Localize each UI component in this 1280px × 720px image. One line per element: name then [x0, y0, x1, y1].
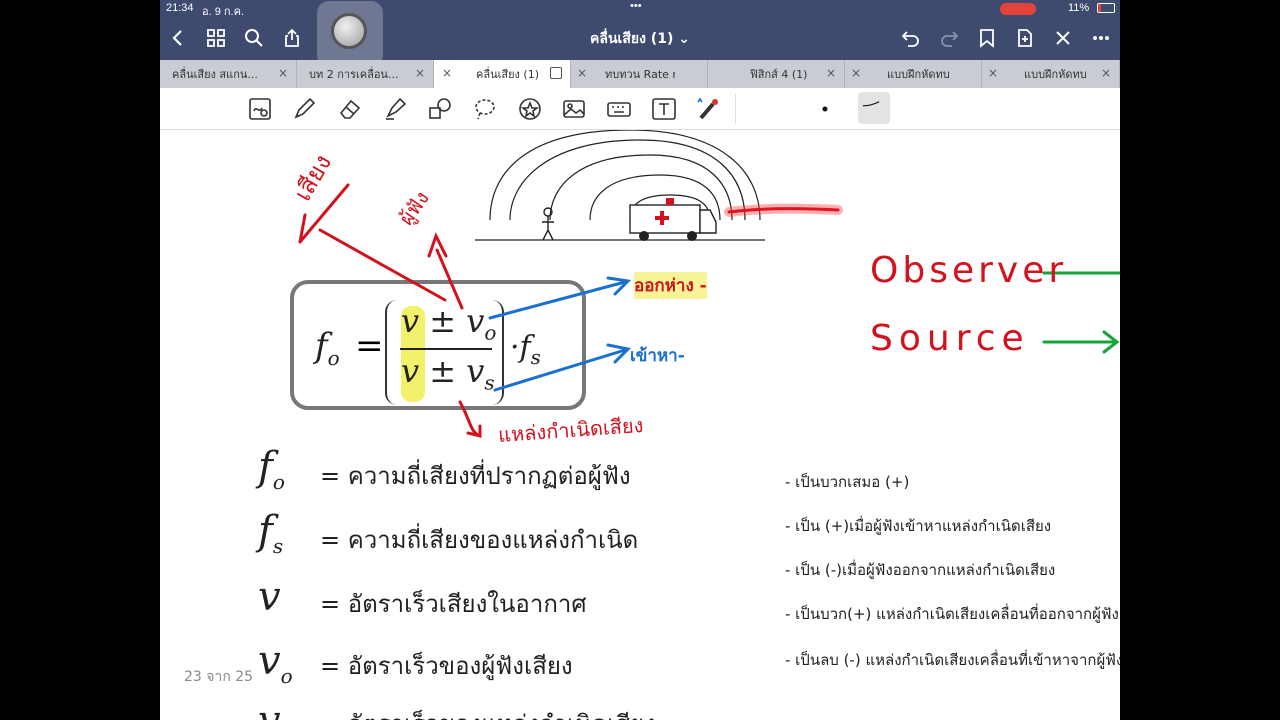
redo-icon[interactable] — [935, 24, 963, 52]
note-4: - เป็นบวก(+) แหล่งกำเนิดเสียงเคลื่อนที่อ… — [785, 605, 1119, 623]
tab-1[interactable]: คลื่นเสียง สแกน... × — [160, 60, 297, 88]
tab-7[interactable]: แบบฝึกหัดทบท... × × — [982, 60, 1120, 88]
definition-text-fs: = ความถี่เสียงของแหล่งกำเนิด — [320, 526, 639, 554]
tab-label: คลื่นเสียง (1) — [476, 68, 538, 81]
tab-close-icon[interactable]: × — [988, 66, 998, 80]
battery-icon — [1097, 3, 1115, 13]
tab-4[interactable]: ทบทวน Rate ni... × — [571, 60, 708, 88]
highlighter-icon[interactable] — [382, 96, 408, 122]
tab-3-active[interactable]: คลื่นเสียง (1) × — [434, 60, 571, 88]
definition-symbol-vo: vo — [258, 638, 293, 688]
definition-symbol-fs: fs — [258, 508, 284, 558]
tab-label: ทบทวน Rate ni... — [605, 68, 675, 81]
tab-close-icon[interactable]: × — [577, 66, 587, 80]
annotation-khao-ha: เข้าหา- — [630, 346, 685, 366]
definition-symbol-v: v — [258, 574, 281, 620]
note-2: - เป็น (+)เมื่อผู้ฟังเข้าหาแหล่งกำเนิดเส… — [785, 517, 1052, 535]
status-dots: ••• — [630, 0, 642, 12]
definition-text-vo: = อัตราเร็วของผู้ฟังเสียง — [320, 652, 573, 680]
status-time: 21:34 — [166, 2, 194, 14]
definition-symbol-fo: fo — [258, 444, 285, 494]
tab-label: ฟิสิกส์ 4 (1) — [750, 68, 808, 81]
undo-icon[interactable] — [897, 24, 925, 52]
tab-close-icon[interactable]: × — [1101, 66, 1111, 80]
stroke-style-selected[interactable] — [858, 92, 890, 124]
note-1: - เป็นบวกเสมอ (+) — [785, 473, 910, 491]
annotation-ok-hang: ออกห่าง - — [634, 272, 707, 299]
lasso-icon[interactable] — [472, 96, 498, 122]
stroke-size-dot[interactable] — [812, 96, 838, 122]
note-3: - เป็น (-)เมื่อผู้ฟังออกจากแหล่งกำเนิดเส… — [785, 561, 1056, 579]
add-page-icon[interactable] — [1011, 24, 1039, 52]
close-edit-icon[interactable] — [1049, 24, 1077, 52]
more-icon[interactable] — [1087, 24, 1115, 52]
drawing-tools — [160, 88, 1120, 130]
tab-close-icon[interactable]: × — [278, 66, 288, 80]
definition-symbol-vs: v — [258, 698, 281, 720]
keyboard-icon[interactable] — [606, 96, 632, 122]
bookmark-icon[interactable] — [973, 24, 1001, 52]
status-battery: 11% — [1068, 2, 1090, 14]
status-date: อ. 9 ก.ค. — [202, 6, 245, 18]
ipad-screen: 21:34 อ. 9 ก.ค. ••• 11% คลื่นเสียง (1) ⌄ — [160, 0, 1120, 720]
definition-text-v: = อัตราเร็วเสียงในอากาศ — [320, 590, 587, 618]
sticker-icon[interactable] — [517, 96, 543, 122]
tab-2[interactable]: บท 2 การเคลื่อน... × — [297, 60, 434, 88]
pen-icon[interactable] — [291, 96, 317, 122]
tab-6[interactable]: แบบฝึกหัดทบท... × — [845, 60, 982, 88]
definition-text-vs: = อัตราเร็วของแหล่งกำเนิดเสียง — [320, 704, 656, 720]
tab-close-icon[interactable]: × — [415, 66, 425, 80]
note-5: - เป็นลบ (-) แหล่งกำเนิดเสียงเคลื่อนที่เ… — [785, 651, 1120, 669]
page-counter: 23 จาก 25 — [184, 669, 254, 685]
lasso-zoom-icon[interactable] — [247, 96, 273, 122]
tab-label: แบบฝึกหัดทบท... — [887, 68, 949, 81]
text-tool-icon[interactable] — [651, 96, 677, 122]
laser-pointer-icon[interactable] — [695, 96, 721, 122]
recording-indicator — [1000, 3, 1036, 15]
tab-close-icon[interactable]: × — [826, 66, 836, 80]
document-tabs: คลื่นเสียง สแกน... × บท 2 การเคลื่อน... × … — [160, 60, 1120, 88]
tab-label: คลื่นเสียง สแกน... — [172, 68, 258, 81]
annotation-observer: Observer — [870, 250, 1068, 291]
toolbar-divider — [735, 94, 736, 124]
tab-5[interactable]: ฟิสิกส์ 4 (1) × — [708, 60, 845, 88]
tab-label: แบบฝึกหัดทบท... — [1024, 68, 1086, 81]
tab-close-icon[interactable]: × — [851, 66, 861, 80]
image-icon[interactable] — [561, 96, 587, 122]
split-view-icon[interactable] — [550, 67, 562, 79]
tab-label: บท 2 การเคลื่อน... — [309, 68, 399, 81]
definition-text-fo: = ความถี่เสียงที่ปรากฏต่อผู้ฟัง — [320, 462, 631, 490]
top-toolbar: 21:34 อ. 9 ก.ค. ••• 11% คลื่นเสียง (1) ⌄ — [160, 0, 1120, 67]
shapes-icon[interactable] — [427, 96, 453, 122]
pdf-page: fo = v ± vo v ± vs ·fs เสียง ผู้ฟัง ออกห… — [160, 130, 1120, 720]
tab-close-icon[interactable]: × — [442, 66, 452, 80]
annotation-source: Source — [870, 318, 1030, 359]
eraser-icon[interactable] — [337, 96, 363, 122]
